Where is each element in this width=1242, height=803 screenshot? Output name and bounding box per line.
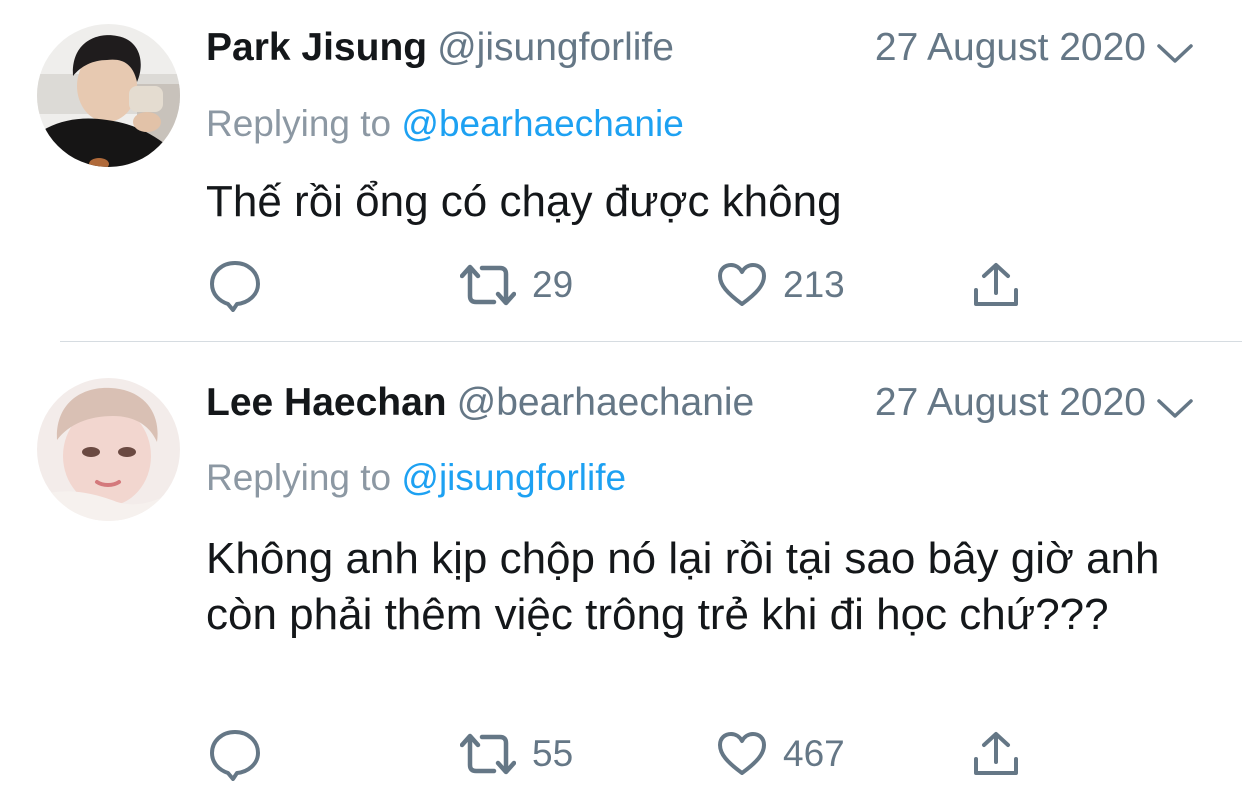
replying-to-mention[interactable]: @bearhaechanie [401,103,683,144]
tweet-date[interactable]: 27 August 2020 [875,22,1146,74]
speech-bubble-icon [208,727,262,781]
share-button[interactable] [972,724,1020,784]
replying-to-label: Replying to [206,457,392,498]
tweet[interactable]: Lee Haechan @bearhaechanie 27 August 2020… [0,342,1242,803]
like-count: 467 [783,733,845,774]
tweet-actions: 29 213 [0,255,1242,315]
display-name[interactable]: Park Jisung [206,26,427,69]
reply-button[interactable] [208,255,262,315]
share-icon [972,262,1020,308]
speech-bubble-icon [208,258,262,312]
reply-button[interactable] [208,724,262,784]
share-button[interactable] [972,255,1020,315]
tweet-header: Park Jisung @jisungforlife 27 August 2020 [206,22,1194,74]
chevron-down-icon[interactable] [1156,36,1194,63]
retweet-button[interactable]: 29 [460,255,573,315]
like-button[interactable]: 213 [717,255,845,315]
display-name[interactable]: Lee Haechan [206,381,447,424]
tweet-actions: 55 467 [0,724,1242,784]
heart-icon [717,731,767,777]
handle[interactable]: @jisungforlife [437,26,674,69]
replying-to-label: Replying to [206,103,392,144]
like-button[interactable]: 467 [717,724,845,784]
avatar[interactable] [37,24,180,167]
heart-icon [717,262,767,308]
retweet-icon [460,731,516,777]
chevron-down-icon[interactable] [1156,391,1194,418]
retweet-count: 55 [532,733,574,774]
handle[interactable]: @bearhaechanie [457,381,755,424]
tweet-text: Thế rồi ổng có chạy được không [206,177,842,226]
tweet-header: Lee Haechan @bearhaechanie 27 August 2020 [206,377,1194,429]
share-icon [972,731,1020,777]
retweet-icon [460,262,516,308]
replying-to: Replying to @jisungforlife [206,457,626,499]
replying-to-mention[interactable]: @jisungforlife [401,457,626,498]
tweet[interactable]: Park Jisung @jisungforlife 27 August 2020… [0,0,1242,341]
tweet-date[interactable]: 27 August 2020 [875,377,1146,429]
retweet-button[interactable]: 55 [460,724,573,784]
replying-to: Replying to @bearhaechanie [206,103,684,145]
tweet-text: Không anh kịp chộp nó lại rồi tại sao bâ… [206,534,1160,639]
retweet-count: 29 [532,264,574,305]
avatar[interactable] [37,378,180,521]
like-count: 213 [783,264,845,305]
